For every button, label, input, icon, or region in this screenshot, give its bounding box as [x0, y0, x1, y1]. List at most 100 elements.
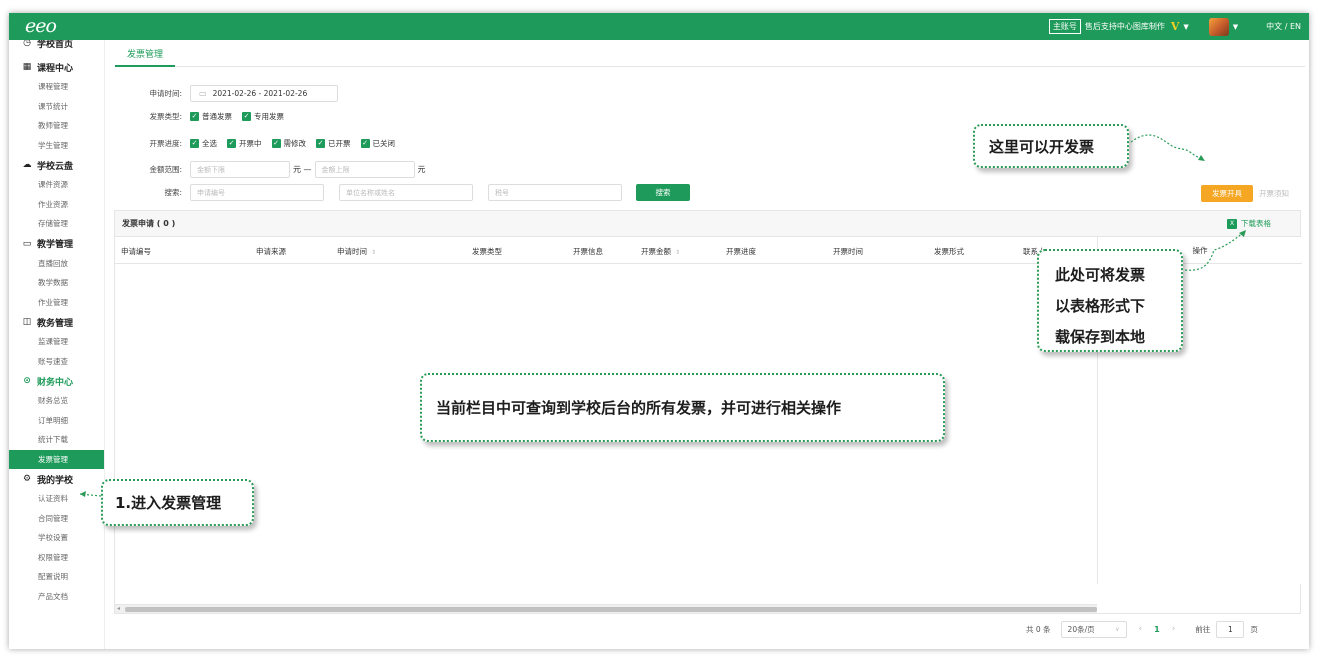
- sidebar-section-label: 学校云盘: [37, 161, 74, 172]
- sidebar-section-teaching[interactable]: ▭ 教学管理: [9, 234, 104, 254]
- page-size-select[interactable]: 20条/页 ∨: [1060, 620, 1127, 638]
- sidebar-item-course-manage[interactable]: 课程管理: [9, 77, 104, 97]
- prev-page-icon[interactable]: ‹: [1139, 624, 1143, 634]
- checkbox-special-invoice[interactable]: ✓ 专用发票: [242, 111, 284, 122]
- filter-amount-row: 金额范围: 金额下限 元 — 金额上限 元: [106, 161, 429, 178]
- scroll-thumb[interactable]: [125, 607, 1097, 612]
- amount-max-input[interactable]: 金额上限: [314, 161, 415, 178]
- sidebar-item-certification[interactable]: 认证资料: [9, 489, 104, 509]
- sidebar-item-permissions[interactable]: 权限管理: [9, 548, 104, 568]
- sidebar-section-cloud[interactable]: ☁ 学校云盘: [9, 155, 104, 175]
- account-name[interactable]: 售后支持中心图库制作: [1085, 21, 1165, 32]
- sidebar-item-product-docs[interactable]: 产品文档: [9, 587, 104, 607]
- sidebar-section-label: 学校首页: [37, 40, 74, 50]
- search-button[interactable]: 搜索: [636, 184, 690, 201]
- account-caret-down-icon[interactable]: ▼: [1183, 23, 1188, 31]
- checkbox-label: 普通发票: [202, 112, 232, 121]
- check-icon: ✓: [190, 139, 199, 148]
- checkbox-select-all[interactable]: ✓ 全选: [190, 138, 217, 149]
- sidebar-item-homework-manage[interactable]: 作业管理: [9, 293, 104, 313]
- check-icon: ✓: [271, 139, 281, 148]
- amount-min-input[interactable]: 金额下限: [190, 161, 290, 178]
- sidebar-item-lesson-stats[interactable]: 课节统计: [9, 97, 104, 117]
- checkbox-label: 全选: [202, 139, 217, 148]
- filter-search-row: 搜索: 申请编号 单位名称或姓名 税号 搜索: [106, 184, 690, 201]
- avatar-caret-down-icon[interactable]: ▼: [1233, 23, 1238, 31]
- issue-invoice-button[interactable]: 发票开具: [1201, 185, 1253, 202]
- top-bar: eeo 主账号 售后支持中心图库制作 V ▼ ▼ 中文 / EN: [9, 13, 1309, 40]
- filter-type-row: 发票类型: ✓ 普通发票 ✓ 专用发票: [106, 111, 294, 122]
- checkbox-label: 专用发票: [254, 112, 284, 121]
- check-icon: ✓: [227, 139, 236, 148]
- sidebar-section-course[interactable]: ▦ 课程中心: [9, 57, 104, 77]
- col-label: 申请时间: [337, 247, 367, 256]
- grid-icon: ◫: [22, 317, 32, 327]
- sidebar-section-my-school[interactable]: ⚙ 我的学校: [9, 469, 104, 489]
- sidebar-item-replay[interactable]: 直播回放: [9, 254, 104, 274]
- sidebar-item-invoice-manage[interactable]: 发票管理: [9, 449, 104, 469]
- sidebar-item-stats-download[interactable]: 统计下载: [9, 430, 104, 450]
- goto-label: 前往: [1195, 624, 1211, 634]
- avatar[interactable]: [1208, 17, 1229, 36]
- sidebar-item-teaching-data[interactable]: 教学数据: [9, 273, 104, 293]
- eeo-logo[interactable]: eeo: [25, 15, 57, 37]
- callout-download-table: 此处可将发票 以表格形式下 载保存到本地: [1037, 249, 1183, 352]
- search-no-input[interactable]: 申请编号: [190, 184, 324, 201]
- search-tax-input[interactable]: 税号: [488, 184, 622, 201]
- amount-label: 金额范围:: [149, 165, 182, 174]
- filter-date-row: 申请时间: ▭ 2021-02-26 - 2021-02-26: [106, 85, 338, 102]
- callout-enter-invoice: 1.进入发票管理: [101, 479, 254, 526]
- sidebar-section-academic[interactable]: ◫ 教务管理: [9, 312, 104, 332]
- check-icon: ✓: [360, 139, 370, 148]
- sidebar-item-storage[interactable]: 存储管理: [9, 214, 104, 234]
- sidebar-item-student-manage[interactable]: 学生管理: [9, 136, 104, 156]
- goto-page-input[interactable]: 1: [1216, 620, 1245, 638]
- sort-icon[interactable]: ⇕: [371, 249, 376, 256]
- date-range-picker[interactable]: ▭ 2021-02-26 - 2021-02-26: [190, 85, 338, 102]
- horizontal-scrollbar[interactable]: ◂: [115, 604, 1097, 613]
- checkbox-needs-edit[interactable]: ✓ 需修改: [271, 138, 307, 149]
- excel-icon: X: [1227, 218, 1237, 229]
- sidebar-item-contracts[interactable]: 合同管理: [9, 509, 104, 529]
- amount-unit: 元: [417, 165, 426, 174]
- col-progress: 开票进度: [726, 247, 756, 256]
- scroll-left-icon[interactable]: ◂: [117, 605, 120, 612]
- clock-icon: ◷: [23, 40, 31, 48]
- checkbox-issued[interactable]: ✓ 已开票: [316, 138, 351, 149]
- sidebar-item-teacher-manage[interactable]: 教师管理: [9, 116, 104, 136]
- col-apply-time[interactable]: 申请时间 ⇕: [337, 246, 376, 257]
- callout-line: 载保存到本地: [1055, 328, 1146, 346]
- download-table-button[interactable]: X 下载表格: [1227, 218, 1271, 229]
- checkbox-closed[interactable]: ✓ 已关闭: [360, 138, 395, 149]
- sidebar-section-finance[interactable]: ⊙ 财务中心: [9, 371, 104, 391]
- sidebar-item-class-monitor[interactable]: 监课管理: [9, 332, 104, 352]
- search-name-input[interactable]: 单位名称或姓名: [339, 184, 473, 201]
- current-page[interactable]: 1: [1154, 625, 1160, 634]
- pagination: 共 0 条 20条/页 ∨ ‹ 1 › 前往 1 页: [1026, 620, 1258, 638]
- col-invoice-type: 发票类型: [472, 247, 502, 256]
- date-range-value: 2021-02-26 - 2021-02-26: [212, 89, 308, 98]
- checkbox-label: 需修改: [283, 139, 307, 148]
- sidebar-section-home[interactable]: ◷ 学校首页: [9, 40, 104, 53]
- sidebar-item-courseware[interactable]: 课件资源: [9, 175, 104, 195]
- sidebar-item-order-detail[interactable]: 订单明细: [9, 411, 104, 431]
- sidebar-item-finance-overview[interactable]: 财务总览: [9, 391, 104, 411]
- search-label: 搜索:: [164, 188, 182, 197]
- sidebar-item-account-lookup[interactable]: 账号速查: [9, 352, 104, 372]
- checkbox-label: 开票中: [239, 139, 262, 148]
- checkbox-normal-invoice[interactable]: ✓ 普通发票: [190, 111, 232, 122]
- sidebar: ◷ 学校首页 ▦ 课程中心 课程管理 课节统计 教师管理 学生管理 ☁ 学校云盘 课件…: [9, 40, 105, 649]
- language-switch[interactable]: 中文 / EN: [1266, 21, 1301, 32]
- sidebar-item-homework-res[interactable]: 作业资源: [9, 195, 104, 215]
- issue-notice-link[interactable]: 开票须知: [1259, 188, 1289, 199]
- next-page-icon[interactable]: ›: [1172, 624, 1176, 634]
- sidebar-section-label: 教务管理: [37, 318, 74, 329]
- checkbox-in-progress[interactable]: ✓ 开票中: [227, 138, 262, 149]
- filter-progress-row: 开票进度: ✓ 全选 ✓ 开票中 ✓ 需修改 ✓ 已开票 ✓ 已关闭: [106, 138, 405, 149]
- sort-icon[interactable]: ⇕: [675, 249, 680, 256]
- col-amount[interactable]: 开票金额 ⇕: [641, 246, 680, 257]
- callout-line: 此处可将发票: [1055, 266, 1146, 284]
- sidebar-item-school-settings[interactable]: 学校设置: [9, 528, 104, 548]
- tab-invoice-manage[interactable]: 发票管理: [115, 47, 176, 67]
- sidebar-item-config-guide[interactable]: 配置说明: [9, 567, 104, 587]
